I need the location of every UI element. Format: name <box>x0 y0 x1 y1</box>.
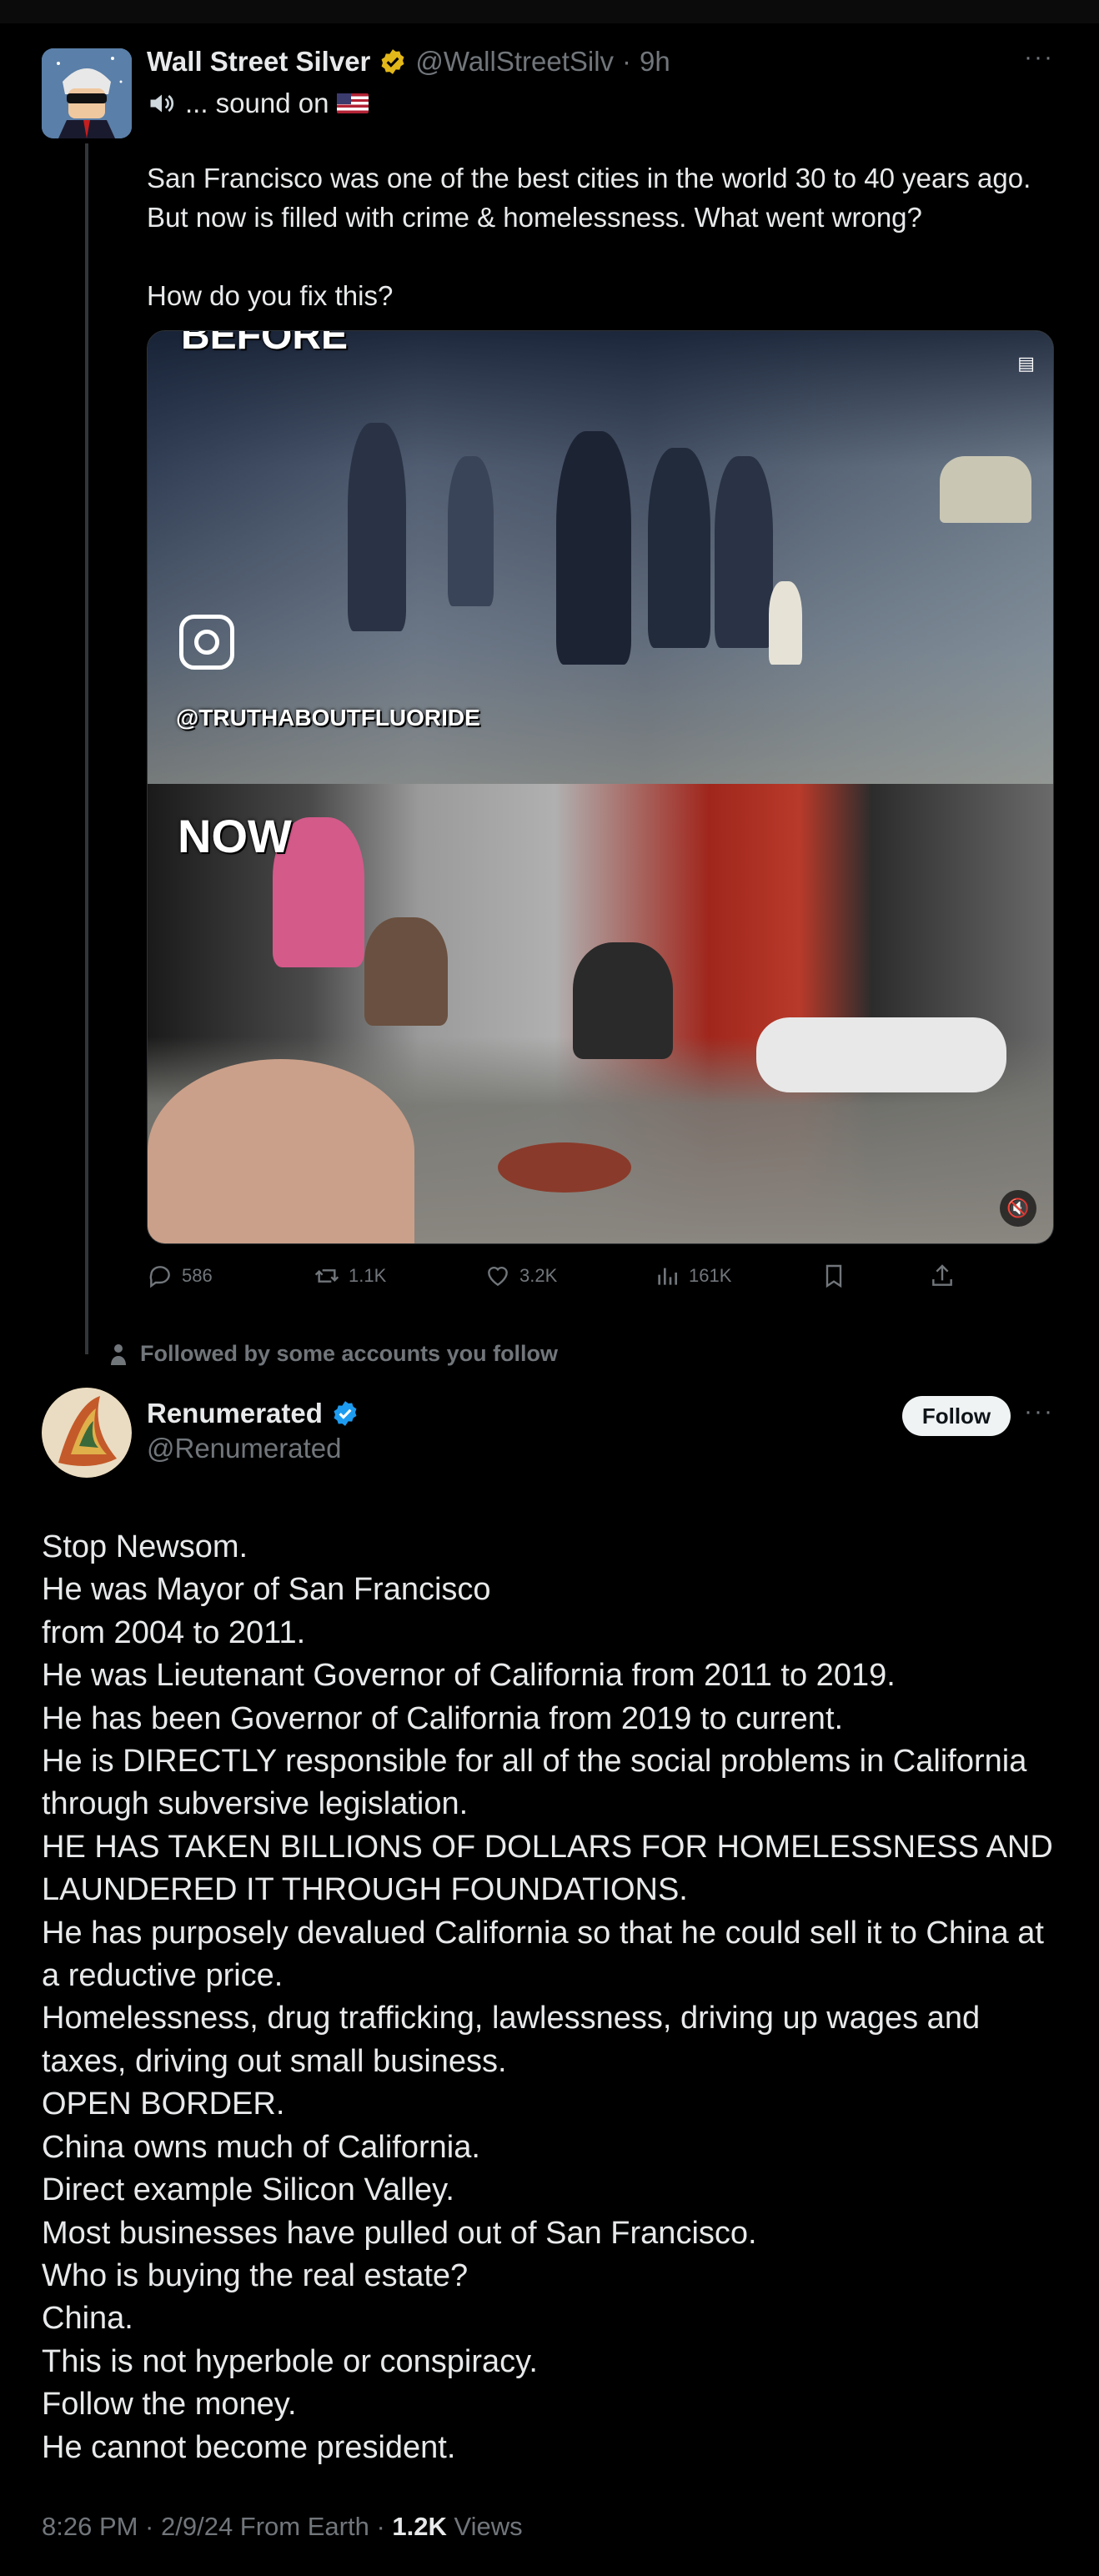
tweet2-views-count: 1.2K <box>392 2512 447 2541</box>
before-label: BEFORE <box>181 330 349 358</box>
tweet1-subline: ... sound on <box>147 83 369 123</box>
crowd-figure <box>648 448 710 648</box>
more-options-icon[interactable]: ··· <box>1024 1398 1054 1426</box>
subline-text: ... sound on <box>185 88 329 118</box>
crowd-figure <box>448 456 494 606</box>
person-icon <box>111 1343 126 1365</box>
tweet1-author-name[interactable]: Wall Street Silver <box>147 46 370 78</box>
like-button[interactable]: 3.2K <box>484 1259 557 1293</box>
now-label: NOW <box>178 810 292 862</box>
more-options-icon[interactable]: ··· <box>1024 43 1054 72</box>
top-bar <box>0 0 1099 23</box>
person-figure <box>364 917 448 1026</box>
thread-connector <box>85 143 88 1354</box>
bookmark-button[interactable] <box>820 1259 847 1293</box>
repost-button[interactable]: 1.1K <box>314 1259 386 1293</box>
like-count: 3.2K <box>519 1265 558 1286</box>
repost-icon <box>314 1269 339 1283</box>
tweet2-author: Renumerated <box>147 1398 359 1429</box>
tweet1-text: San Francisco was one of the best cities… <box>147 163 1031 311</box>
tweet1-video[interactable]: BEFORE ▤ @TRUTHABOUTFLUORIDE NOW 🔇 <box>147 330 1054 1244</box>
tweet2-timestamp[interactable]: 8:26 PM · 2/9/24 From Earth · <box>42 2512 392 2541</box>
reply-count: 586 <box>182 1265 213 1286</box>
tweet1-header: Wall Street Silver @WallStreetSilv · 9h <box>147 42 670 82</box>
tweet2-meta: 8:26 PM · 2/9/24 From Earth · 1.2K Views <box>42 2512 523 2542</box>
now-frame: NOW 🔇 <box>148 784 1053 1243</box>
reply-button[interactable]: 586 <box>147 1259 213 1293</box>
reply-icon <box>149 1266 170 1288</box>
bookmark-icon <box>826 1264 842 1288</box>
share-button[interactable] <box>929 1259 956 1293</box>
verified-gold-icon <box>381 49 404 74</box>
fire-hydrant <box>769 581 802 665</box>
person-figure <box>756 1017 1006 1092</box>
crowd-figure <box>715 456 773 648</box>
repost-count: 1.1K <box>349 1265 387 1286</box>
heart-icon <box>488 1266 508 1287</box>
separator-dot: · <box>622 46 632 77</box>
views-count: 161K <box>689 1265 732 1286</box>
verified-blue-icon <box>334 1401 357 1426</box>
crowd-figure <box>348 423 406 631</box>
content-warning-icon[interactable]: ▤ <box>1017 353 1035 374</box>
tweet1-handle[interactable]: @WallStreetSilv <box>415 46 614 78</box>
tweet2-views-label: Views <box>446 2512 523 2541</box>
us-flag-icon <box>337 93 369 113</box>
before-frame: BEFORE ▤ @TRUTHABOUTFLUORIDE <box>148 331 1053 784</box>
wall-street-silver-avatar[interactable] <box>42 48 132 138</box>
tweet2-text: Stop Newsom. He was Mayor of San Francis… <box>42 1529 1053 2465</box>
speaker-icon <box>150 94 174 113</box>
tweet2-author-name[interactable]: Renumerated <box>147 1398 323 1429</box>
watermark-text: @TRUTHABOUTFLUORIDE <box>176 705 480 731</box>
share-icon <box>932 1264 952 1286</box>
follow-button[interactable]: Follow <box>902 1396 1011 1436</box>
mute-icon[interactable]: 🔇 <box>1000 1190 1036 1227</box>
renumerated-avatar[interactable] <box>42 1388 132 1478</box>
views-button[interactable]: 161K <box>654 1259 731 1293</box>
analytics-icon <box>658 1268 677 1285</box>
tweet2-handle[interactable]: @Renumerated <box>147 1433 341 1464</box>
tweet1-action-bar: 586 1.1K 3.2K 161K <box>147 1259 1014 1293</box>
instagram-icon <box>179 615 234 670</box>
person-figure <box>573 942 673 1059</box>
person-figure <box>148 1059 414 1243</box>
social-context-text: Followed by some accounts you follow <box>140 1341 559 1366</box>
tweet1-timestamp[interactable]: 9h <box>640 46 670 78</box>
social-context: Followed by some accounts you follow <box>108 1341 558 1367</box>
bag-object <box>498 1142 631 1193</box>
vintage-car <box>940 456 1031 523</box>
crowd-figure <box>556 431 631 665</box>
